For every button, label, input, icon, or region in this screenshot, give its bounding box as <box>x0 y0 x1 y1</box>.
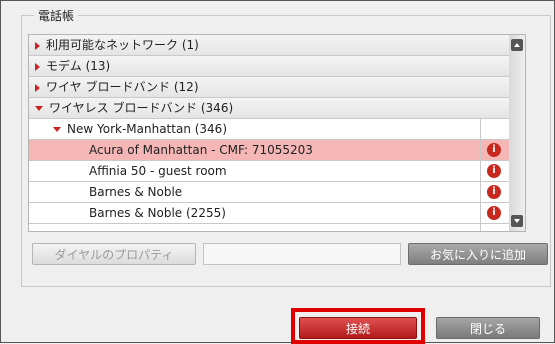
column-divider <box>480 119 481 231</box>
expand-arrow-icon <box>35 83 40 92</box>
vertical-scrollbar[interactable] <box>509 35 525 231</box>
category-label: ワイヤ ブロードバンド (12) <box>46 80 199 94</box>
list-item[interactable]: Acura of Manhattan - CMF: 71055203 i <box>29 140 509 161</box>
entry-label: Barnes & Noble <box>89 185 183 199</box>
list-item[interactable]: Barnes & Noble (2255) i <box>29 203 509 224</box>
collapse-arrow-icon <box>53 127 61 132</box>
category-available-networks[interactable]: 利用可能なネットワーク (1) <box>29 35 509 56</box>
add-favorite-button[interactable]: お気に入りに追加 <box>408 243 548 265</box>
info-icon[interactable]: i <box>487 185 501 199</box>
status-field <box>203 243 401 265</box>
info-icon[interactable]: i <box>487 143 501 157</box>
entry-label: Acura of Manhattan - CMF: 71055203 <box>89 143 313 157</box>
close-button[interactable]: 閉じる <box>436 317 540 339</box>
category-modem[interactable]: モデム (13) <box>29 56 509 77</box>
region-label: New York-Manhattan (346) <box>67 122 228 136</box>
list-item[interactable]: Barnes & Noble i <box>29 182 509 203</box>
category-wired-broadband[interactable]: ワイヤ ブロードバンド (12) <box>29 77 509 98</box>
list-item[interactable]: Affinia 50 - guest room i <box>29 161 509 182</box>
phonebook-title: 電話帳 <box>34 7 79 24</box>
region-new-york-manhattan[interactable]: New York-Manhattan (346) <box>29 119 509 140</box>
category-label: モデム (13) <box>46 59 111 73</box>
info-icon[interactable]: i <box>487 206 501 220</box>
entry-label: Affinia 50 - guest room <box>89 164 227 178</box>
phonebook-list[interactable]: 利用可能なネットワーク (1) モデム (13) ワイヤ ブロードバンド (12… <box>28 34 526 232</box>
expand-arrow-icon <box>35 41 40 50</box>
scroll-down-icon[interactable] <box>511 215 523 227</box>
dialog-window: 電話帳 利用可能なネットワーク (1) モデム (13) ワイヤ ブロードバンド… <box>0 0 555 344</box>
entry-label: Barnes & Noble (2255) <box>89 206 226 220</box>
collapse-arrow-icon <box>35 106 43 111</box>
info-icon[interactable]: i <box>487 164 501 178</box>
category-label: ワイヤレス ブロードバンド (346) <box>49 101 234 115</box>
scroll-up-icon[interactable] <box>511 39 523 51</box>
category-wireless-broadband[interactable]: ワイヤレス ブロードバンド (346) <box>29 98 509 119</box>
expand-arrow-icon <box>35 62 40 71</box>
dial-properties-button[interactable]: ダイヤルのプロパティ <box>32 243 196 265</box>
category-label: 利用可能なネットワーク (1) <box>46 38 199 52</box>
connect-highlight-box <box>291 308 425 344</box>
